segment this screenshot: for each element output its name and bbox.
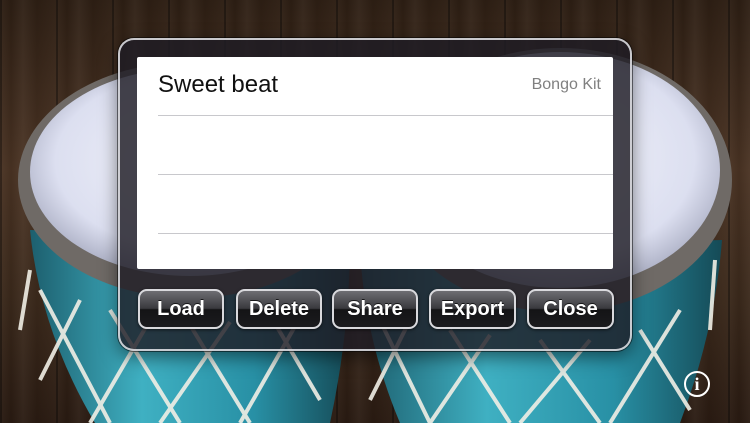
load-button[interactable]: Load <box>138 289 224 329</box>
delete-button[interactable]: Delete <box>236 289 322 329</box>
close-button[interactable]: Close <box>527 289 614 329</box>
list-item <box>158 175 613 234</box>
info-icon[interactable]: i <box>684 371 710 397</box>
share-button[interactable]: Share <box>332 289 418 329</box>
export-button[interactable]: Export <box>429 289 516 329</box>
loop-title: Sweet beat <box>158 71 279 98</box>
kit-name: Bongo Kit <box>531 76 601 93</box>
saved-loops-dialog: Sweet beat Bongo Kit Load Delete Share E… <box>118 38 632 351</box>
list-item[interactable]: Sweet beat Bongo Kit <box>158 57 613 116</box>
list-item <box>158 116 613 175</box>
list-item <box>158 234 613 269</box>
loops-list: Sweet beat Bongo Kit <box>137 57 613 269</box>
